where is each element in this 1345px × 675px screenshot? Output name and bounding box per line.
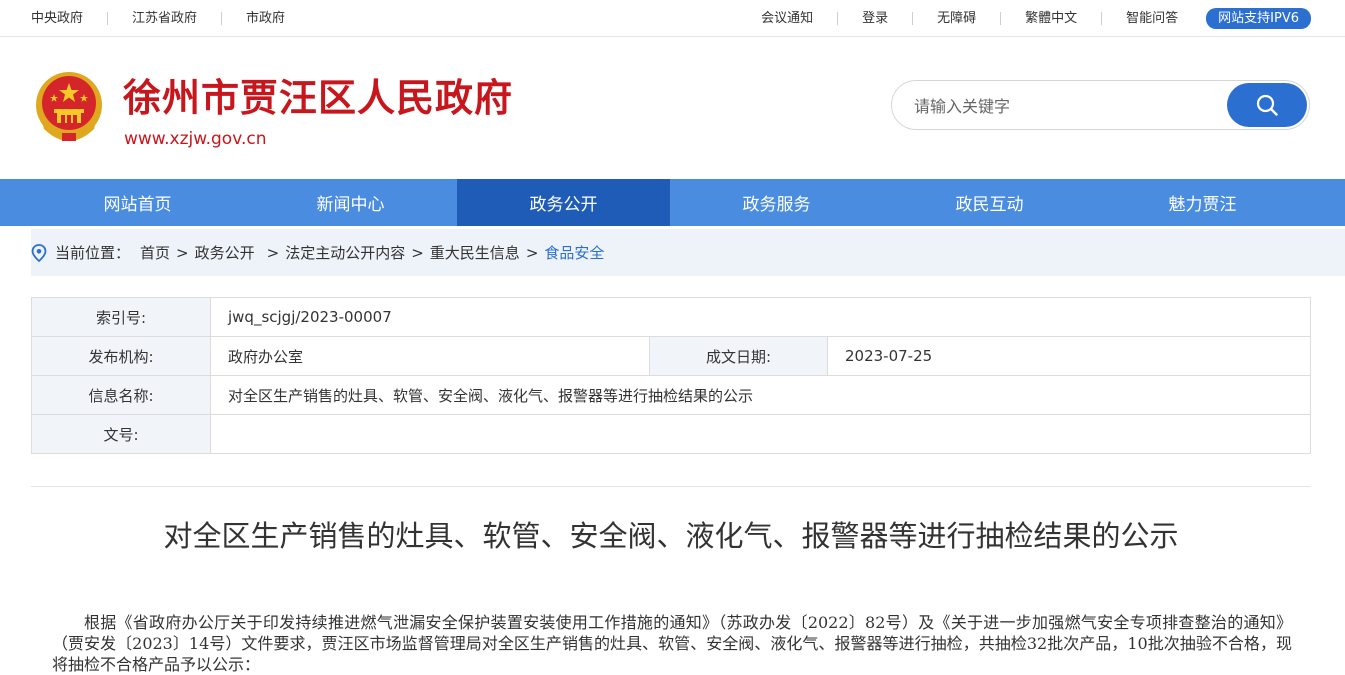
nav-government-services[interactable]: 政务服务: [670, 179, 883, 226]
breadcrumb-separator: >: [525, 243, 539, 262]
breadcrumb-government-affairs[interactable]: 政务公开: [195, 242, 255, 263]
location-pin-icon: [31, 243, 47, 262]
written-date-label: 成文日期:: [649, 336, 828, 376]
breadcrumb: 当前位置： 首页 > 政务公开 > 法定主动公开内容 > 重大民生信息 > 食品…: [31, 229, 1345, 276]
main-navigation: 网站首页 新闻中心 政务公开 政务服务 政民互动 魅力贾汪: [0, 179, 1345, 226]
site-header: 徐州市贾汪区人民政府 www.xzjw.gov.cn: [0, 37, 1345, 179]
link-city-government[interactable]: 市政府: [221, 11, 309, 25]
search-button[interactable]: [1227, 83, 1307, 127]
national-emblem-icon: [36, 72, 102, 141]
breadcrumb-prefix: 当前位置：: [55, 244, 131, 262]
link-central-government[interactable]: 中央政府: [31, 12, 107, 25]
index-number-value: jwq_scjgj/2023-00007: [210, 297, 1311, 337]
search-box: [891, 80, 1310, 130]
table-row: 文号:: [31, 414, 1311, 454]
info-name-label: 信息名称:: [31, 375, 211, 415]
government-links: 中央政府 江苏省政府 市政府: [31, 0, 309, 36]
search-icon: [1256, 94, 1278, 116]
breadcrumb-statutory-disclosure[interactable]: 法定主动公开内容: [285, 242, 405, 263]
document-meta-table: 索引号: jwq_scjgj/2023-00007 发布机构: 政府办公室 成文…: [31, 297, 1311, 454]
document-number-label: 文号:: [31, 414, 211, 454]
table-row: 索引号: jwq_scjgj/2023-00007: [31, 297, 1311, 337]
site-url: www.xzjw.gov.cn: [124, 129, 267, 149]
breadcrumb-separator: >: [411, 243, 424, 262]
breadcrumb-separator: >: [176, 243, 189, 262]
nav-home[interactable]: 网站首页: [31, 179, 244, 226]
article-body-paragraph: 根据《省政府办公厅关于印发持续推进燃气泄漏安全保护装置安装使用工作措施的通知》（…: [52, 613, 1292, 674]
breadcrumb-home[interactable]: 首页: [140, 242, 170, 263]
link-login[interactable]: 登录: [837, 11, 912, 25]
nav-charming-jiawang[interactable]: 魅力贾汪: [1096, 179, 1309, 226]
issuing-agency-value: 政府办公室: [210, 336, 650, 376]
index-number-label: 索引号:: [31, 297, 211, 337]
article-title: 对全区生产销售的灶具、软管、安全阀、液化气、报警器等进行抽检结果的公示: [163, 519, 1179, 553]
table-row: 发布机构: 政府办公室 成文日期: 2023-07-25: [31, 336, 1311, 376]
nav-news-center[interactable]: 新闻中心: [244, 179, 457, 226]
written-date-value: 2023-07-25: [827, 336, 1311, 376]
link-traditional-chinese[interactable]: 繁體中文: [1000, 11, 1101, 25]
breadcrumb-food-safety[interactable]: 食品安全: [544, 242, 604, 263]
link-smart-qa[interactable]: 智能问答: [1101, 11, 1202, 25]
nav-public-interaction[interactable]: 政民互动: [883, 179, 1096, 226]
info-name-value: 对全区生产销售的灶具、软管、安全阀、液化气、报警器等进行抽检结果的公示: [210, 375, 1311, 415]
issuing-agency-label: 发布机构:: [31, 336, 211, 376]
table-row: 信息名称: 对全区生产销售的灶具、软管、安全阀、液化气、报警器等进行抽检结果的公…: [31, 375, 1311, 415]
link-jiangsu-government[interactable]: 江苏省政府: [107, 11, 221, 25]
document-number-value: [210, 414, 1311, 454]
breadcrumb-separator: >: [266, 243, 280, 262]
nav-government-affairs-disclosure[interactable]: 政务公开: [457, 179, 670, 226]
ipv6-badge: 网站支持IPV6: [1206, 7, 1311, 29]
link-meeting-notice[interactable]: 会议通知: [737, 12, 837, 25]
top-utility-bar: 中央政府 江苏省政府 市政府 会议通知 登录 无障碍 繁體中文 智能问答 网站支…: [0, 0, 1345, 37]
content-divider: [31, 486, 1311, 487]
search-input[interactable]: [914, 93, 1214, 119]
breadcrumb-livelihood-info[interactable]: 重大民生信息: [430, 242, 520, 263]
link-accessibility[interactable]: 无障碍: [912, 11, 1000, 25]
site-title: 徐州市贾汪区人民政府: [123, 76, 514, 120]
utility-links: 会议通知 登录 无障碍 繁體中文 智能问答 网站支持IPV6: [737, 0, 1311, 36]
